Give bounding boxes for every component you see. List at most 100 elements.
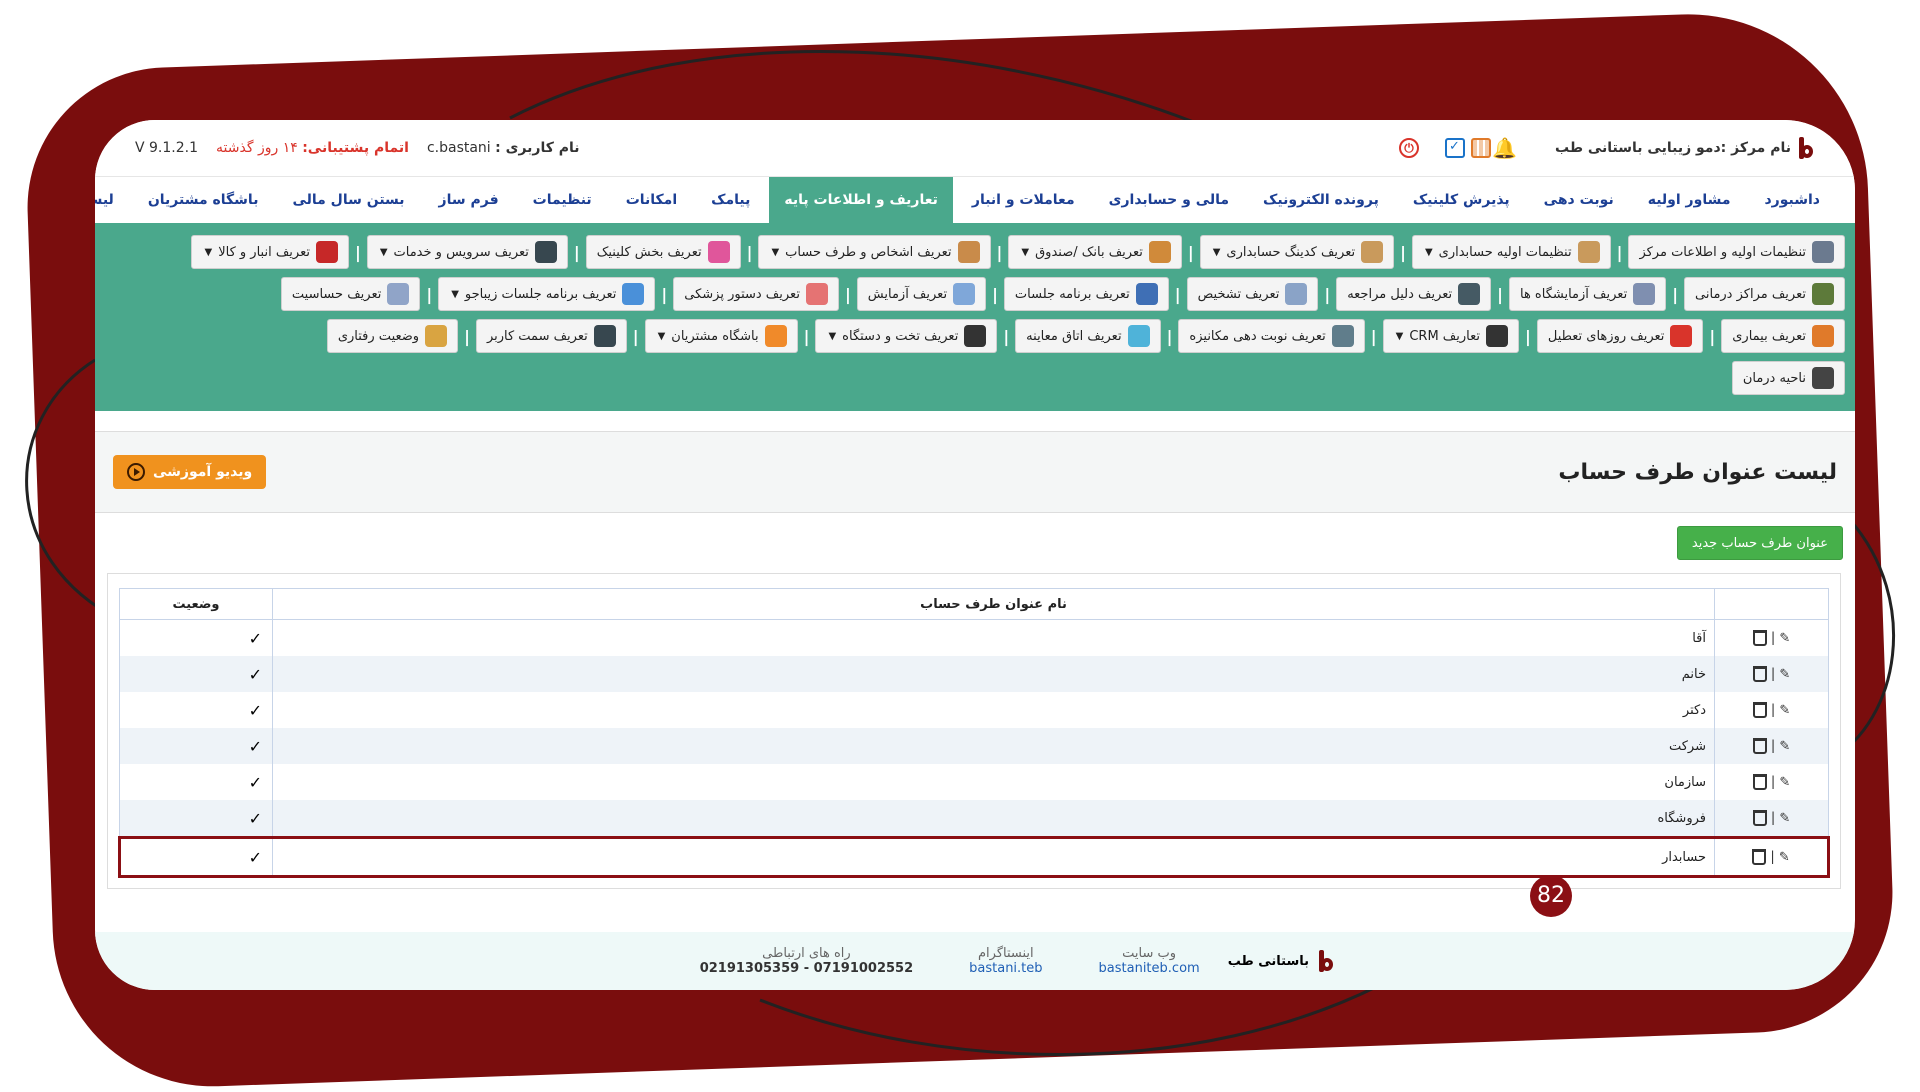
trash-icon[interactable] (1752, 702, 1767, 718)
submenu-item[interactable]: تعریف آزمایش (856, 277, 987, 311)
submenu-item-icon (764, 325, 787, 347)
nav-tab[interactable]: داشبورد (1750, 177, 1836, 223)
submenu-item[interactable]: تعریف دلیل مراجعه (1336, 277, 1492, 311)
separator: | (1672, 284, 1679, 304)
website-link[interactable]: bastaniteb.com (1099, 961, 1200, 976)
submenu-item[interactable]: تعریف بانک /صندوق ▼ (1008, 235, 1182, 269)
trash-icon[interactable] (1752, 666, 1767, 682)
submenu-item-icon (1633, 283, 1656, 305)
submenu-item[interactable]: تنظیمات اولیه و اطلاعات مرکز (1628, 235, 1845, 269)
nav-tab[interactable]: معاملات و انبار (957, 177, 1090, 223)
nav-tab[interactable]: امکانات (611, 177, 692, 223)
edit-pencil-icon[interactable]: ✎ (1779, 667, 1790, 682)
caret-down-icon: ▼ (1021, 246, 1030, 258)
submenu-item[interactable]: تعریف اشخاص و طرف حساب ▼ (758, 235, 991, 269)
submenu-item[interactable]: تعریف اتاق معاینه (1015, 319, 1161, 353)
submenu-item[interactable]: ناحیه درمان (1731, 361, 1845, 395)
power-icon[interactable]: ⏻ (1399, 138, 1419, 158)
row-status-check: ✓ (119, 656, 273, 692)
trash-icon[interactable] (1752, 630, 1767, 646)
submenu-item[interactable]: تعریف کدینگ حسابداری ▼ (1199, 235, 1395, 269)
nav-tab[interactable]: مالی و حسابداری (1094, 177, 1244, 223)
edit-pencil-icon[interactable]: ✎ (1779, 775, 1790, 790)
submenu-item-label: تعریف نوبت دهی مکانیزه (1189, 328, 1326, 344)
new-account-title-button[interactable]: عنوان طرف حساب جدید (1676, 526, 1843, 560)
separator: | (354, 242, 361, 262)
row-status-check: ✓ (119, 692, 273, 728)
nav-tab[interactable]: پیامک (696, 177, 765, 223)
edit-pencil-icon[interactable]: ✎ (1779, 703, 1790, 718)
submenu-panel: تنظیمات اولیه و اطلاعات مرکز | تنظیمات اول… (95, 223, 1855, 411)
nav-tab[interactable]: پرونده الکترونیک (1248, 177, 1394, 223)
submenu-item[interactable]: باشگاه مشتریان ▼ (644, 319, 798, 353)
submenu-item-icon (1148, 241, 1171, 263)
col-header-name: نام عنوان طرف حساب (272, 588, 1715, 620)
submenu-item[interactable]: تعریف تشخیص (1186, 277, 1319, 311)
instagram-link[interactable]: bastani.teb (969, 961, 1042, 976)
nav-tab[interactable]: مشاور اولیه (1633, 177, 1746, 223)
submenu-item[interactable]: تعریف بخش کلینیک (585, 235, 741, 269)
calendar-grid-icon[interactable] (1471, 138, 1491, 158)
edit-pencil-icon[interactable]: ✎ (1779, 850, 1790, 865)
trash-icon[interactable] (1752, 774, 1767, 790)
submenu-item-icon (1458, 283, 1481, 305)
video-tutorial-button[interactable]: ویدیو آموزشی (113, 455, 267, 489)
edit-pencil-icon[interactable]: ✎ (1779, 739, 1790, 754)
submenu-item[interactable]: تعریف دستور پزشکی (673, 277, 839, 311)
submenu-item[interactable]: تعریف برنامه جلسات (1003, 277, 1169, 311)
submenu-item[interactable]: تعریف آزمایشگاه ها (1508, 277, 1667, 311)
submenu-item[interactable]: تعریف سمت کاربر (475, 319, 627, 353)
submenu-item[interactable]: تعریف مراکز درمانی (1684, 277, 1845, 311)
nav-tab[interactable]: پذیرش کلینیک (1398, 177, 1525, 223)
row-status-check: ✓ (119, 728, 273, 764)
top-bar: نام مرکز :دمو زیبایی باستانی طب 🔔 ⏻ نام … (95, 120, 1855, 177)
separator: | (1709, 326, 1716, 346)
separator: | (1370, 326, 1377, 346)
nav-tab[interactable]: تعاریف و اطلاعات پایه (769, 177, 953, 223)
table-row: ✎ | خانم ✓ (119, 656, 1829, 692)
submenu-item[interactable]: تنظیمات اولیه حسابداری ▼ (1411, 235, 1611, 269)
submenu-item-icon (315, 241, 338, 263)
submenu-item[interactable]: تعریف حساسیت (280, 277, 421, 311)
trash-icon[interactable] (1752, 849, 1767, 865)
submenu-item-icon (622, 283, 645, 305)
separator: | (1324, 284, 1331, 304)
nav-tab[interactable]: بستن سال مالی (277, 177, 419, 223)
edit-pencil-icon[interactable]: ✎ (1779, 811, 1790, 826)
submenu-item-label: تعریف اتاق معاینه (1026, 328, 1122, 344)
submenu-item-icon (425, 325, 448, 347)
nav-tab[interactable]: لیست ماژول ها (95, 177, 129, 223)
edit-pencil-icon[interactable]: ✎ (1779, 631, 1790, 646)
nav-tab[interactable]: نوبت دهی (1529, 177, 1629, 223)
separator: | (1616, 242, 1623, 262)
trash-icon[interactable] (1752, 738, 1767, 754)
calendar-check-icon[interactable] (1445, 138, 1465, 158)
separator: | (1174, 284, 1181, 304)
version: V 9.1.2.1 (135, 140, 199, 156)
submenu-item-label: ناحیه درمان (1742, 370, 1806, 386)
submenu-item-icon (1127, 325, 1150, 347)
submenu-item-label: تعریف بیماری (1732, 328, 1806, 344)
submenu-item[interactable]: وضعیت رفتاری (326, 319, 459, 353)
title-bar: لیست عنوان طرف حساب ویدیو آموزشی (95, 431, 1855, 513)
submenu-item[interactable]: تعریف تخت و دستگاه ▼ (815, 319, 998, 353)
trash-icon[interactable] (1752, 810, 1767, 826)
submenu-item[interactable]: تعریف انبار و کالا ▼ (191, 235, 349, 269)
nav-tab[interactable]: فرم ساز (424, 177, 514, 223)
top-icons: 🔔 ⏻ (1399, 138, 1517, 158)
row-actions: ✎ | (1714, 692, 1829, 728)
nav-tab[interactable]: تنظیمات (518, 177, 607, 223)
actions-bar: عنوان طرف حساب جدید (95, 513, 1855, 573)
submenu-item[interactable]: تعاریف CRM ▼ (1382, 319, 1519, 353)
bell-icon[interactable]: 🔔 (1492, 138, 1517, 158)
submenu-item-icon (1135, 283, 1158, 305)
submenu-item[interactable]: تعریف روزهای تعطیل (1536, 319, 1704, 353)
nav-tab[interactable]: باشگاه مشتریان (133, 177, 274, 223)
submenu-item-label: تعریف اشخاص و طرف حساب (785, 244, 952, 260)
submenu-item[interactable]: تعریف برنامه جلسات زیباجو ▼ (438, 277, 656, 311)
submenu-item[interactable]: تعریف نوبت دهی مکانیزه (1178, 319, 1365, 353)
row-actions: ✎ | (1714, 728, 1829, 764)
submenu-item[interactable]: تعریف سرویس و خدمات ▼ (366, 235, 568, 269)
submenu-item-label: تعریف مراکز درمانی (1695, 286, 1806, 302)
submenu-item[interactable]: تعریف بیماری (1721, 319, 1845, 353)
